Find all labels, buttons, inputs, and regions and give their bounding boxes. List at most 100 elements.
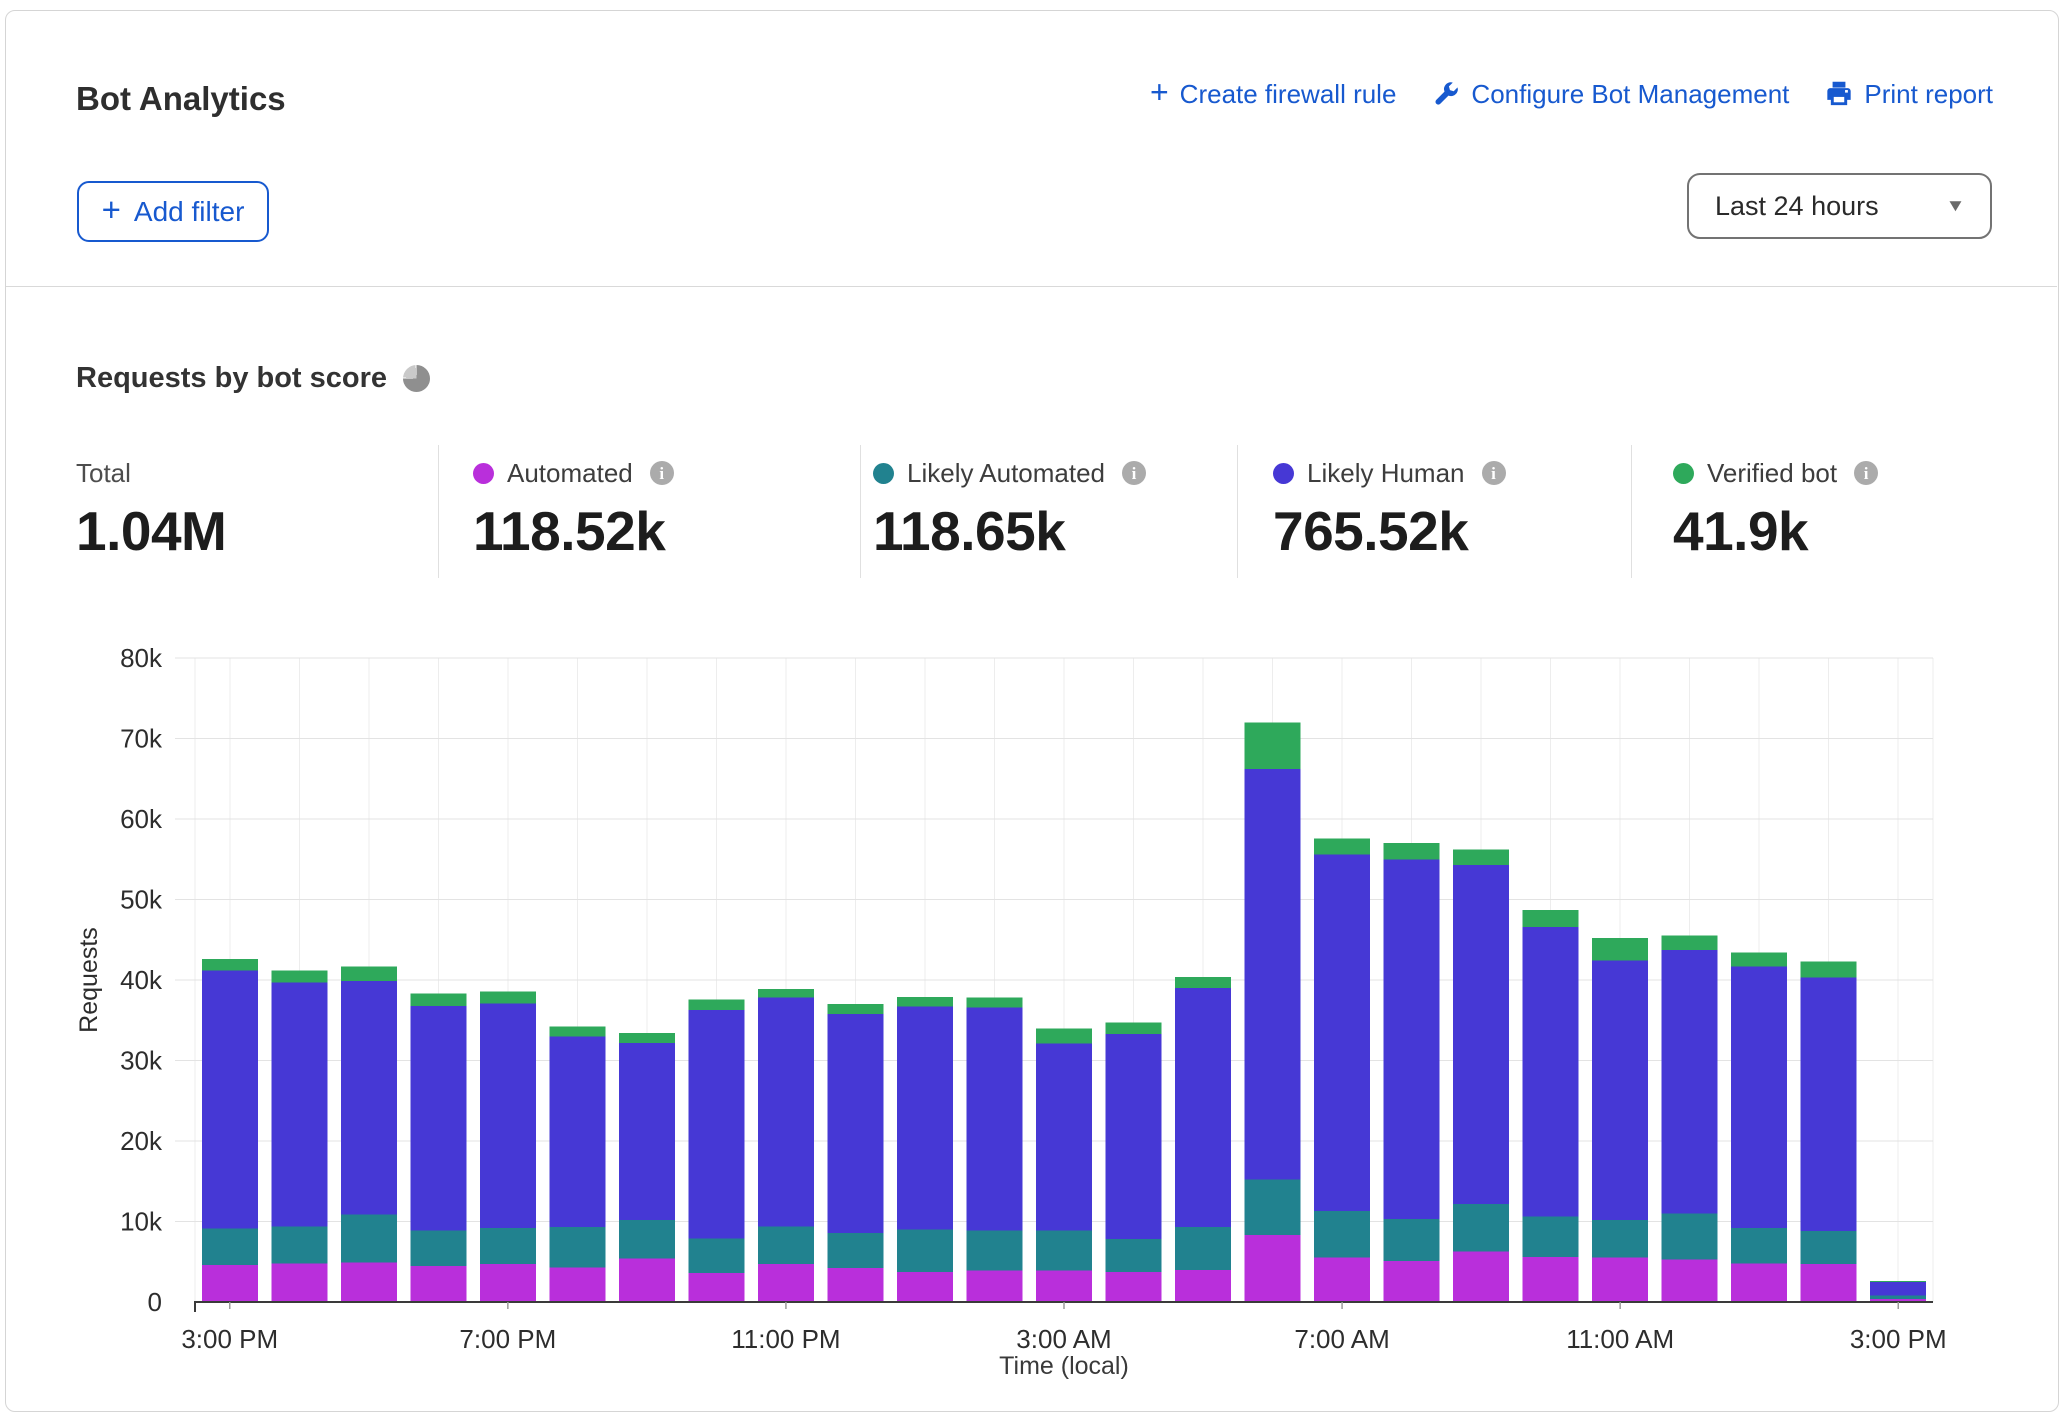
print-report-label: Print report	[1864, 79, 1993, 110]
time-range-select[interactable]: Last 24 hours ▼	[1687, 173, 1992, 239]
bar-segment-Automated	[897, 1272, 953, 1302]
bar-segment-Likely Automated	[966, 1230, 1022, 1270]
stat-likely-automated-label: Likely Automated	[907, 458, 1105, 489]
x-tick-label: 11:00 AM	[1566, 1324, 1674, 1354]
y-tick-label: 30k	[120, 1046, 163, 1076]
configure-bot-management-label: Configure Bot Management	[1471, 79, 1789, 110]
x-tick-label: 3:00 PM	[181, 1324, 278, 1354]
bar-segment-Likely Human	[688, 1010, 744, 1239]
bar-segment-Likely Human	[480, 1003, 536, 1228]
bar-segment-Automated	[966, 1271, 1022, 1302]
bar-segment-Verified bot	[1384, 843, 1440, 859]
bar-segment-Automated	[1036, 1271, 1092, 1302]
bar-segment-Automated	[341, 1263, 397, 1302]
bar-segment-Likely Automated	[1314, 1211, 1370, 1258]
create-firewall-rule-link[interactable]: + Create firewall rule	[1150, 78, 1396, 110]
bar-segment-Automated	[1384, 1261, 1440, 1302]
bar-segment-Likely Automated	[1384, 1219, 1440, 1261]
info-icon[interactable]: i	[1122, 461, 1146, 485]
bar-segment-Likely Human	[202, 970, 258, 1228]
info-icon[interactable]: i	[650, 461, 674, 485]
bar-segment-Automated	[202, 1265, 258, 1302]
stat-total-value: 1.04M	[76, 504, 226, 559]
info-icon[interactable]: i	[1482, 461, 1506, 485]
bar-5:00 PM	[341, 966, 397, 1302]
add-filter-button[interactable]: + Add filter	[77, 181, 269, 242]
y-tick-label: 50k	[120, 885, 163, 915]
bar-segment-Verified bot	[966, 998, 1022, 1008]
chevron-down-icon: ▼	[1945, 196, 1965, 216]
bar-segment-Likely Automated	[1592, 1220, 1648, 1258]
bar-9:00 PM	[619, 1033, 675, 1302]
bar-segment-Likely Human	[1036, 1044, 1092, 1231]
section-title-text: Requests by bot score	[76, 362, 387, 395]
stat-automated-value: 118.52k	[473, 504, 674, 559]
stat-verified-bot: Verified bot i 41.9k	[1673, 458, 1878, 559]
bar-segment-Verified bot	[1662, 936, 1718, 950]
bar-segment-Likely Automated	[1245, 1180, 1301, 1236]
stat-verified-bot-label: Verified bot	[1707, 458, 1837, 489]
bar-segment-Automated	[1245, 1235, 1301, 1302]
x-tick-label: 11:00 PM	[731, 1324, 840, 1354]
bar-segment-Likely Automated	[1453, 1204, 1509, 1251]
bar-segment-Likely Automated	[1731, 1228, 1787, 1263]
bar-1:00 AM	[897, 997, 953, 1302]
bar-segment-Likely Automated	[1175, 1227, 1231, 1270]
bar-segment-Likely Automated	[758, 1226, 814, 1264]
bar-segment-Automated	[271, 1263, 327, 1302]
bar-segment-Likely Human	[827, 1014, 883, 1233]
x-tick-label: 7:00 AM	[1294, 1324, 1389, 1354]
bar-4:00 PM	[271, 970, 327, 1302]
likely-automated-dot	[873, 463, 894, 484]
print-report-link[interactable]: Print report	[1825, 79, 1993, 110]
bar-segment-Likely Human	[1523, 927, 1579, 1217]
configure-bot-management-link[interactable]: Configure Bot Management	[1432, 79, 1789, 110]
stat-divider	[438, 445, 439, 578]
bar-5:00 AM	[1175, 977, 1231, 1302]
verified-bot-dot	[1673, 463, 1694, 484]
bar-6:00 PM	[410, 994, 466, 1302]
automated-dot	[473, 463, 494, 484]
bar-segment-Verified bot	[827, 1004, 883, 1014]
bar-12:00 AM	[827, 1004, 883, 1302]
bar-segment-Verified bot	[410, 994, 466, 1006]
bar-1:00 PM	[1731, 953, 1787, 1302]
bar-segment-Likely Human	[1801, 978, 1857, 1232]
bar-segment-Likely Human	[1314, 854, 1370, 1211]
y-tick-label: 70k	[120, 724, 163, 754]
stat-verified-bot-value: 41.9k	[1673, 504, 1878, 559]
bar-segment-Verified bot	[897, 997, 953, 1007]
bar-7:00 PM	[480, 991, 536, 1302]
x-tick-label: 3:00 PM	[1850, 1324, 1947, 1354]
bar-segment-Likely Human	[410, 1006, 466, 1231]
bar-2:00 AM	[966, 998, 1022, 1302]
bar-segment-Likely Automated	[480, 1228, 536, 1264]
stat-divider	[1237, 445, 1238, 578]
bar-segment-Likely Automated	[1523, 1217, 1579, 1257]
bar-segment-Automated	[410, 1266, 466, 1302]
bar-segment-Verified bot	[1731, 953, 1787, 967]
stat-likely-human-label: Likely Human	[1307, 458, 1465, 489]
bar-12:00 PM	[1662, 936, 1718, 1302]
y-tick-label: 0	[148, 1287, 162, 1317]
create-firewall-rule-label: Create firewall rule	[1180, 79, 1397, 110]
header-divider	[6, 286, 2057, 287]
bar-segment-Automated	[1731, 1263, 1787, 1302]
bar-segment-Verified bot	[549, 1027, 605, 1037]
bar-segment-Verified bot	[1106, 1023, 1162, 1034]
bar-segment-Verified bot	[758, 989, 814, 998]
bar-segment-Verified bot	[1314, 838, 1370, 854]
bar-8:00 AM	[1384, 843, 1440, 1302]
bar-segment-Likely Human	[1453, 865, 1509, 1204]
stat-automated: Automated i 118.52k	[473, 458, 674, 559]
y-tick-label: 40k	[120, 965, 163, 995]
bar-segment-Verified bot	[1592, 938, 1648, 961]
bar-segment-Verified bot	[341, 966, 397, 980]
section-title: Requests by bot score	[76, 362, 430, 395]
bar-segment-Likely Human	[619, 1043, 675, 1220]
bar-segment-Automated	[619, 1259, 675, 1302]
stat-divider	[860, 445, 861, 578]
y-axis-title: Requests	[75, 927, 103, 1033]
y-tick-label: 10k	[120, 1207, 163, 1237]
info-icon[interactable]: i	[1854, 461, 1878, 485]
